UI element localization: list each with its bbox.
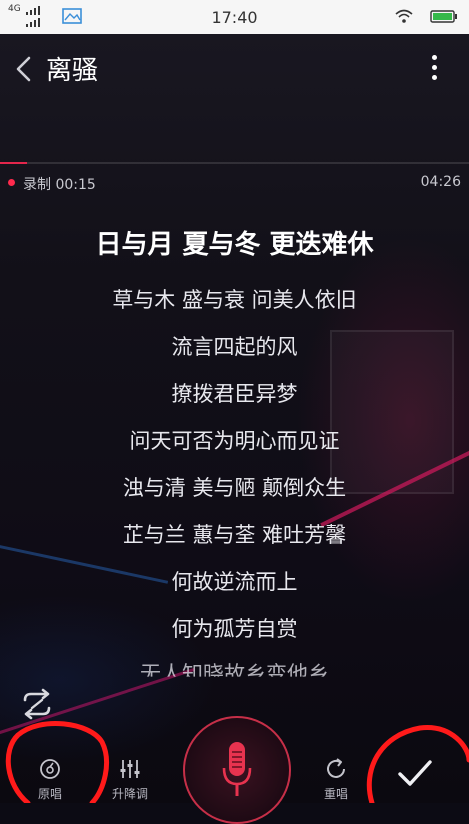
- song-title: 离骚: [46, 56, 99, 86]
- lyric-line-current: 日与月 夏与冬 更迭难休: [95, 230, 374, 260]
- more-dot: [431, 65, 437, 70]
- check-icon[interactable]: [392, 752, 438, 792]
- wifi-icon: [395, 9, 413, 23]
- progress-track: [0, 162, 469, 164]
- lyric-line: 何为孤芳自赏: [171, 617, 298, 641]
- lyric-line: 流言四起的风: [171, 335, 298, 359]
- mic-icon: [222, 742, 252, 796]
- retake-button[interactable]: 重唱: [306, 758, 366, 803]
- recording-dot-icon: [8, 179, 15, 186]
- lyric-line: 草与木 盛与衰 问美人依旧: [112, 288, 357, 312]
- song-duration: 04:26: [420, 174, 461, 190]
- pitch-icon: [120, 760, 140, 778]
- back-icon[interactable]: [10, 54, 38, 84]
- retake-label: 重唱: [323, 787, 348, 801]
- record-mic-button[interactable]: [183, 716, 291, 824]
- battery-icon: [430, 10, 457, 23]
- progress-fill: [0, 162, 27, 164]
- pitch-label: 升降调: [111, 787, 148, 801]
- lyric-line: 芷与兰 蕙与荃 难吐芳馨: [122, 523, 347, 547]
- status-bar: 4G 17:40: [0, 0, 469, 34]
- lyric-line: 浊与清 美与陋 颠倒众生: [122, 476, 347, 500]
- original-vocal-label: 原唱: [37, 787, 62, 801]
- lyric-line: 撩拨君臣异梦: [171, 382, 298, 406]
- loop-icon[interactable]: [17, 688, 57, 720]
- more-dot: [431, 75, 437, 80]
- original-vocal-icon: [40, 759, 60, 779]
- original-vocal-button[interactable]: 原唱: [20, 758, 80, 803]
- app-header: 离骚: [0, 34, 469, 102]
- recording-elapsed: 录制 00:15: [23, 177, 96, 193]
- lyric-line: 何故逆流而上: [171, 570, 298, 594]
- pitch-button[interactable]: 升降调: [100, 758, 160, 803]
- more-options-icon[interactable]: [424, 52, 444, 84]
- retake-icon: [327, 758, 345, 778]
- lyric-line: 问天可否为明心而见证: [129, 429, 340, 453]
- more-dot: [431, 55, 437, 60]
